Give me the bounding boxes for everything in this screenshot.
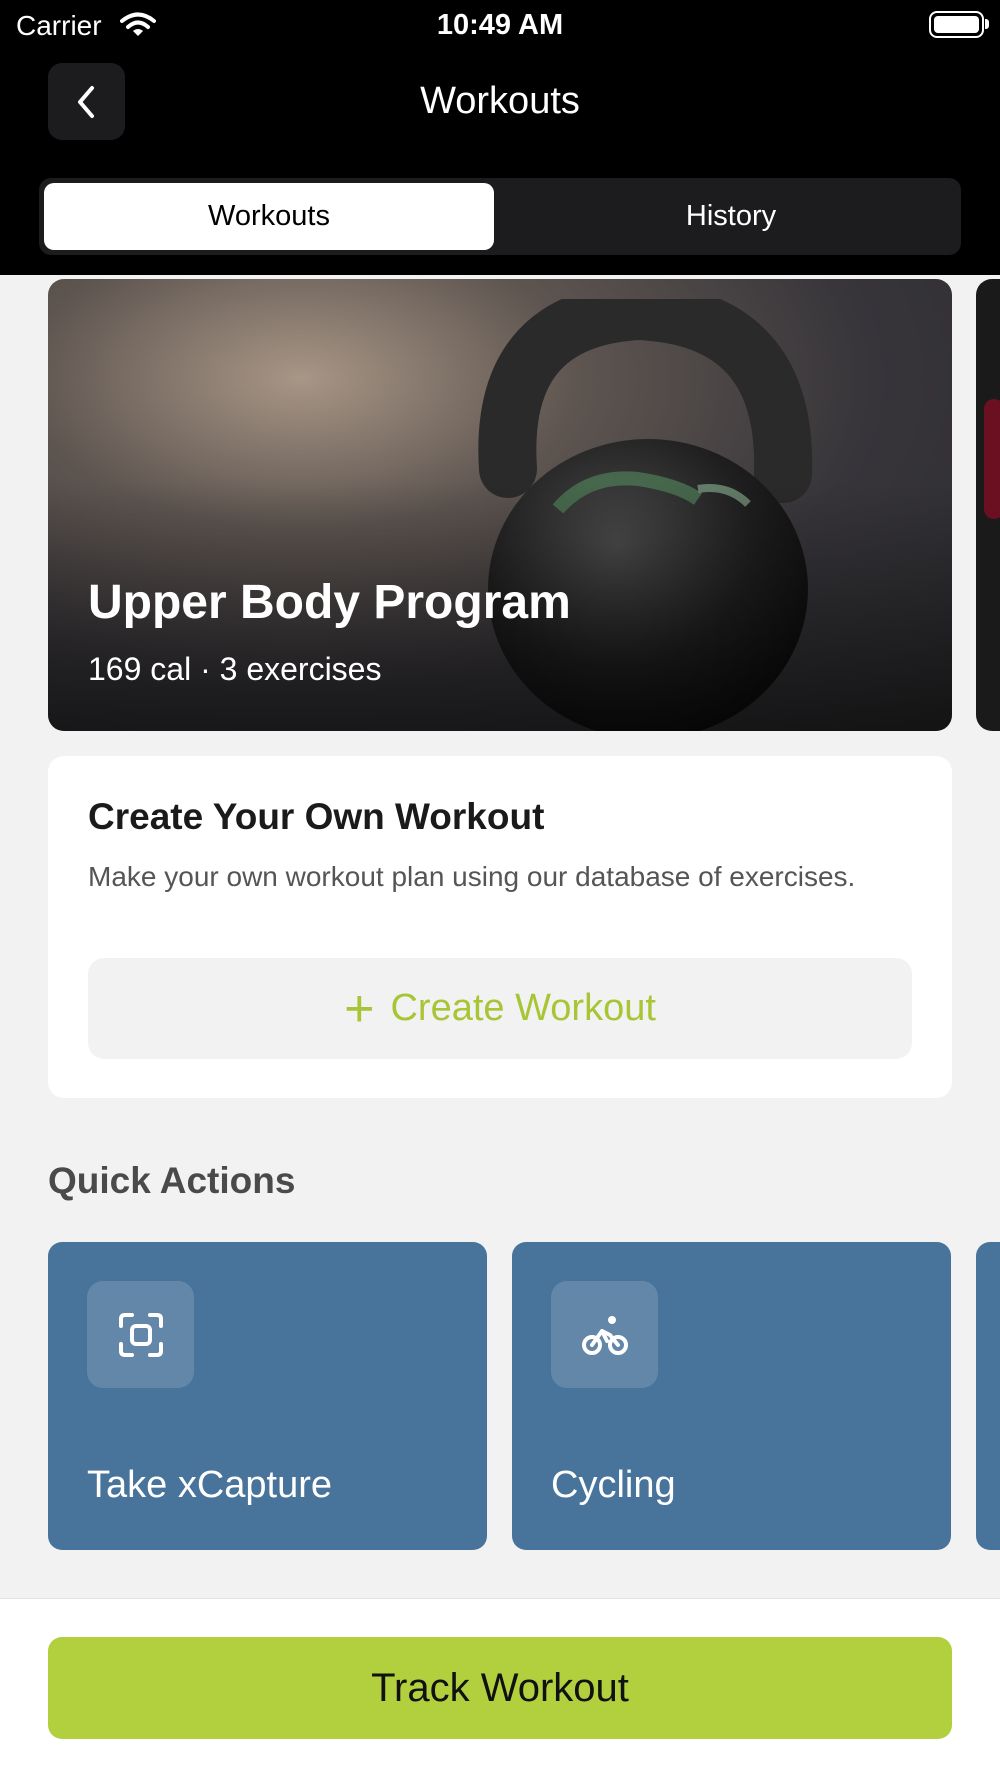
create-workout-button[interactable]: + Create Workout	[88, 958, 912, 1059]
bottom-bar: Track Workout	[0, 1598, 1000, 1778]
segmented-control: Workouts History	[39, 178, 961, 255]
track-workout-button[interactable]: Track Workout	[48, 1637, 952, 1739]
quick-action-cycling[interactable]: Cycling	[512, 1242, 951, 1550]
page-title: Workouts	[420, 80, 580, 122]
quick-action-label: Take xCapture	[87, 1464, 333, 1506]
header: Carrier 10:49 AM Workouts Workouts Histo…	[0, 0, 1000, 275]
create-workout-title: Create Your Own Workout	[88, 796, 545, 837]
tab-history[interactable]: History	[506, 183, 956, 250]
status-bar: Carrier 10:49 AM	[0, 0, 1000, 52]
tab-workouts[interactable]: Workouts	[44, 183, 494, 250]
bicycle-icon	[551, 1281, 658, 1388]
quick-action-label: Cycling	[551, 1464, 676, 1506]
quick-actions-heading: Quick Actions	[48, 1160, 296, 1201]
status-time: 10:49 AM	[436, 9, 564, 41]
plus-icon: +	[344, 979, 375, 1038]
next-featured-card[interactable]	[976, 279, 1000, 731]
battery-nub	[985, 19, 989, 29]
capture-icon	[87, 1281, 194, 1388]
featured-subtitle: 169 cal · 3 exercises	[88, 651, 382, 687]
featured-title: Upper Body Program	[88, 576, 571, 629]
quick-action-next[interactable]	[976, 1242, 1000, 1550]
quick-action-xcapture[interactable]: Take xCapture	[48, 1242, 487, 1550]
create-workout-description: Make your own workout plan using our dat…	[88, 861, 856, 892]
create-workout-label: Create Workout	[390, 987, 656, 1029]
battery-icon	[929, 11, 984, 38]
featured-workout-card[interactable]: Upper Body Program 169 cal · 3 exercises	[48, 279, 952, 731]
create-workout-card: Create Your Own Workout Make your own wo…	[48, 756, 952, 1098]
